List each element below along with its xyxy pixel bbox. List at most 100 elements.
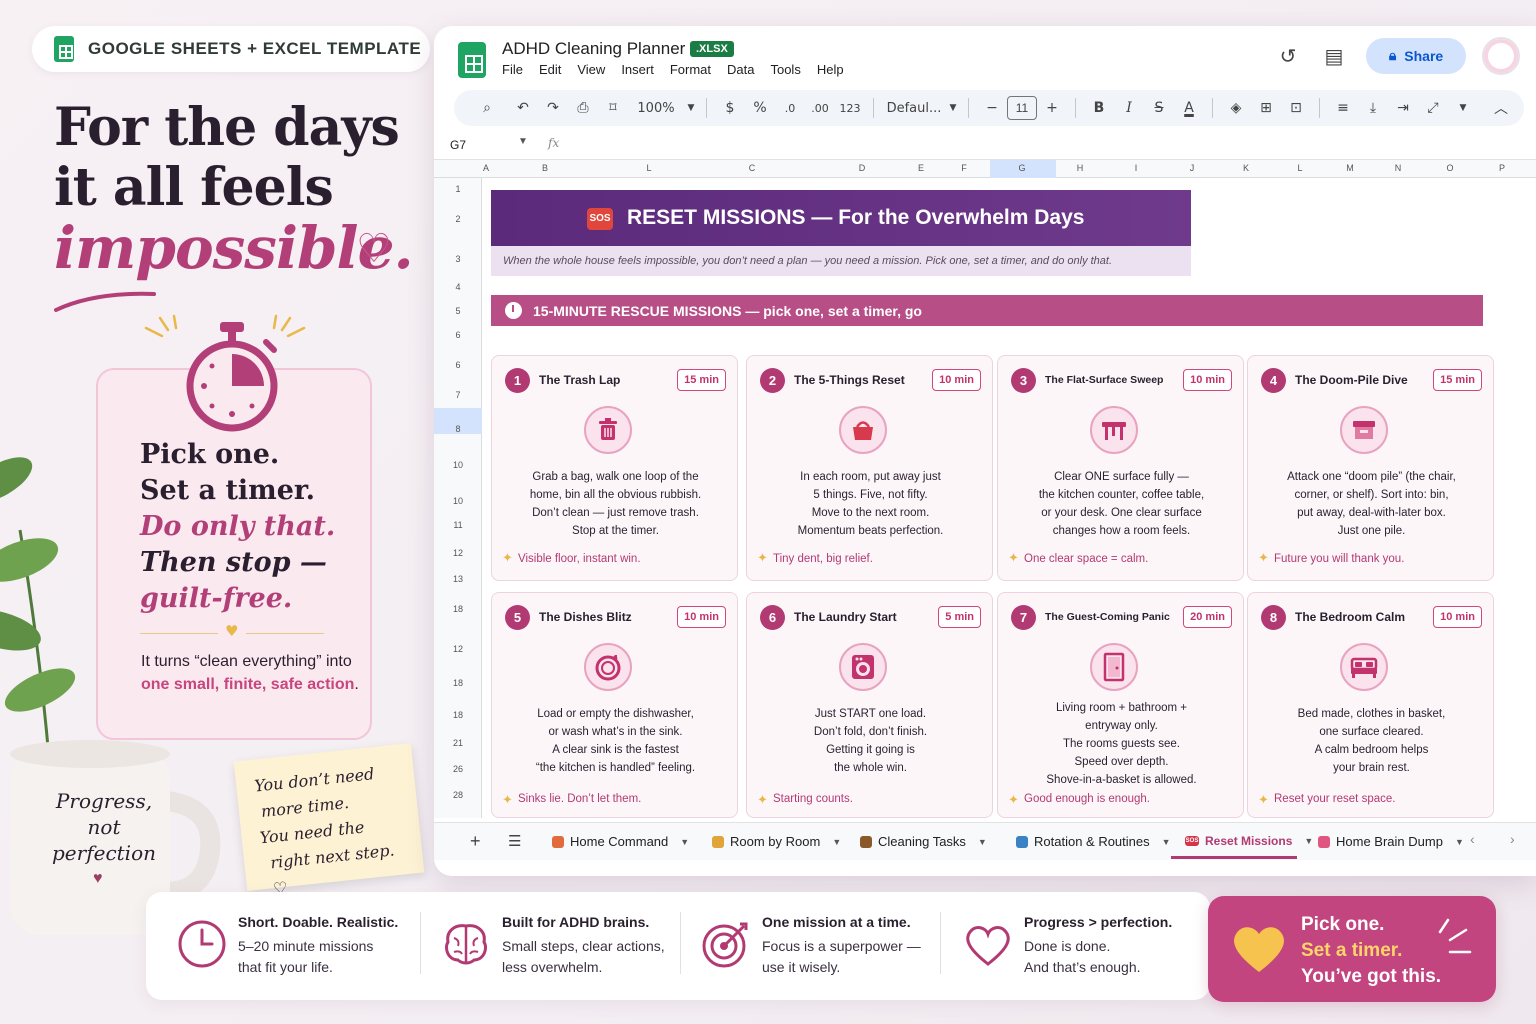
row-header[interactable]: 1 [434,184,482,194]
collapse-toolbar-icon[interactable]: ︿ [1486,98,1516,118]
mission-card[interactable]: 4 The Doom-Pile Dive 15 min Attack one “doo… [1247,355,1494,581]
italic-icon[interactable]: I [1114,100,1144,116]
row-header[interactable]: 6 [434,330,482,340]
row-header[interactable]: 26 [434,764,482,774]
paint-format-icon[interactable]: ⌑ [598,100,628,116]
tab-room-by-room[interactable]: Room by Room ▼ [712,834,841,849]
column-header[interactable]: D [859,163,866,173]
font-select[interactable]: Defaul... [882,101,946,116]
share-button[interactable]: 🔒︎ Share [1366,38,1466,74]
mission-card[interactable]: 5 The Dishes Blitz 10 min Load or empty the… [491,592,738,818]
menu-tools[interactable]: Tools [770,62,800,77]
text-rotation-icon[interactable]: ⤢ [1418,100,1448,116]
search-icon[interactable]: ⌕ [472,100,502,116]
all-sheets-icon[interactable]: ☰ [508,832,521,850]
increase-decimal-button[interactable]: .00 [805,102,835,115]
percent-format-button[interactable]: % [745,100,775,116]
decrease-decimal-button[interactable]: .0 [775,102,805,115]
column-header[interactable]: B [542,163,548,173]
row-header[interactable]: 5 [434,306,482,316]
column-header[interactable]: P [1499,163,1505,173]
tab-reset-missions[interactable]: SOS Reset Missions ▼ [1185,834,1313,848]
row-header[interactable]: 18 [434,678,482,688]
text-color-icon[interactable]: A [1174,100,1204,116]
row-header[interactable]: 7 [434,390,482,400]
column-header[interactable]: G [1018,163,1025,173]
zoom-caret-icon[interactable]: ▼ [684,103,698,113]
column-header[interactable]: I [1135,163,1138,173]
tab-rotation-routines[interactable]: Rotation & Routines ▼ [1016,834,1171,849]
mission-card[interactable]: 6 The Laundry Start 5 min Just START one lo… [746,592,993,818]
column-header[interactable]: K [1243,163,1249,173]
row-header[interactable]: 18 [434,604,482,614]
align-left-icon[interactable]: ≡ [1328,100,1358,116]
tab-cleaning-tasks[interactable]: Cleaning Tasks ▼ [860,834,987,849]
document-title[interactable]: ADHD Cleaning Planner [502,39,685,59]
mission-card[interactable]: 2 The 5-Things Reset 10 min In each room, p… [746,355,993,581]
column-header[interactable]: L [1297,163,1302,173]
bold-icon[interactable]: B [1084,100,1114,116]
menu-help[interactable]: Help [817,62,844,77]
row-header[interactable]: 4 [434,282,482,292]
menu-insert[interactable]: Insert [621,62,654,77]
row-header[interactable]: 11 [434,520,482,530]
row-header[interactable]: 28 [434,790,482,800]
row-header[interactable]: 18 [434,710,482,720]
sheets-app-icon[interactable] [458,42,486,78]
number-format-button[interactable]: 123 [835,102,865,115]
tab-home-brain-dump[interactable]: Home Brain Dump ▼ [1318,834,1464,849]
print-icon[interactable]: ⎙ [568,100,598,116]
column-header[interactable]: C [749,163,756,173]
mission-card[interactable]: 7 The Guest-Coming Panic 20 min Living room… [997,592,1244,818]
zoom-select[interactable]: 100% [628,101,684,116]
version-history-icon[interactable]: ↺ [1276,44,1300,68]
merge-cells-icon[interactable]: ⊡ [1281,100,1311,116]
row-header[interactable]: 10 [434,496,482,506]
row-header[interactable]: 21 [434,738,482,748]
vertical-align-icon[interactable]: ⤓ [1358,100,1388,116]
mission-card[interactable]: 8 The Bedroom Calm 10 min Bed made, clothes… [1247,592,1494,818]
comments-icon[interactable]: ▤ [1322,44,1346,68]
menu-file[interactable]: File [502,62,523,77]
decrease-font-size-icon[interactable]: − [977,100,1007,116]
increase-font-size-icon[interactable]: + [1037,100,1067,116]
fill-color-icon[interactable]: ◈ [1221,100,1251,116]
column-header[interactable]: F [961,163,967,173]
strikethrough-icon[interactable]: S [1144,100,1174,116]
font-caret-icon[interactable]: ▼ [946,103,960,113]
row-header[interactable]: 13 [434,574,482,584]
column-header[interactable]: L [646,163,651,173]
row-header[interactable]: 3 [434,254,482,264]
row-header[interactable]: 10 [434,460,482,470]
mission-card[interactable]: 3 The Flat-Surface Sweep 10 min Clear ONE s… [997,355,1244,581]
column-header[interactable]: E [918,163,924,173]
column-header[interactable]: N [1395,163,1402,173]
column-header[interactable]: M [1346,163,1354,173]
row-header[interactable]: 8 [434,424,482,434]
mission-card[interactable]: 1 The Trash Lap 15 min Grab a bag, walk one… [491,355,738,581]
font-size-input[interactable]: 11 [1007,96,1037,120]
row-header[interactable]: 12 [434,548,482,558]
undo-icon[interactable]: ↶ [508,100,538,116]
borders-icon[interactable]: ⊞ [1251,100,1281,116]
column-header[interactable]: A [483,163,489,173]
column-header[interactable]: H [1077,163,1084,173]
menu-format[interactable]: Format [670,62,711,77]
menu-data[interactable]: Data [727,62,754,77]
column-header[interactable]: J [1190,163,1195,173]
avatar[interactable] [1482,37,1520,75]
row-header[interactable]: 2 [434,214,482,224]
tab-home-command[interactable]: Home Command ▼ [552,834,689,849]
redo-icon[interactable]: ↷ [538,100,568,116]
scroll-tabs-left-icon[interactable]: ‹ [1470,831,1475,847]
cell-reference[interactable]: G7 [450,138,466,152]
text-wrap-icon[interactable]: ⇥ [1388,100,1418,116]
column-header[interactable]: O [1446,163,1453,173]
scroll-tabs-right-icon[interactable]: › [1510,831,1515,847]
cell-ref-caret-icon[interactable]: ▼ [518,136,528,147]
row-header[interactable]: 12 [434,644,482,654]
add-sheet-icon[interactable]: + [470,831,481,852]
menu-edit[interactable]: Edit [539,62,561,77]
row-header[interactable]: 6 [434,360,482,370]
more-caret-icon[interactable]: ▼ [1448,103,1478,113]
